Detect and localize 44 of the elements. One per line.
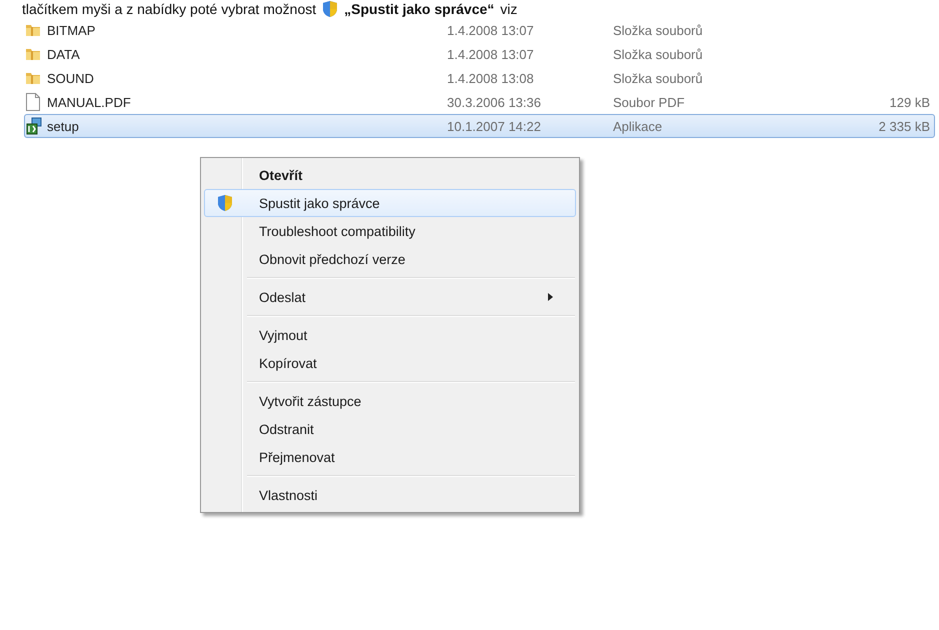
- file-name: SOUND: [47, 70, 95, 86]
- file-type: Složka souborů: [613, 70, 704, 86]
- file-name: setup: [47, 118, 80, 134]
- file-type: Soubor PDF: [613, 94, 686, 110]
- file-size: 2 335 kB: [878, 118, 931, 134]
- caption-emphasis: „Spustit jako správce“: [344, 1, 494, 17]
- folder-icon: [25, 70, 41, 86]
- file-date: 1.4.2008 13:07: [447, 46, 535, 62]
- menu-item[interactable]: Kopírovat: [204, 349, 576, 377]
- file-type: Složka souborů: [613, 46, 704, 62]
- menu-item[interactable]: Odstranit: [204, 415, 576, 443]
- installer-icon: [25, 117, 43, 135]
- menu-item[interactable]: Spustit jako správce: [204, 189, 576, 217]
- menu-item[interactable]: Otevřít: [204, 161, 576, 189]
- file-date: 1.4.2008 13:08: [447, 70, 535, 86]
- file-date: 10.1.2007 14:22: [447, 118, 542, 134]
- caption-text: viz: [500, 1, 518, 17]
- file-row[interactable]: SOUND 1.4.2008 13:08 Složka souborů: [24, 66, 935, 90]
- file-row[interactable]: DATA 1.4.2008 13:07 Složka souborů: [24, 42, 935, 66]
- folder-icon: [25, 22, 41, 38]
- file-date: 1.4.2008 13:07: [447, 22, 535, 38]
- folder-icon: [25, 46, 41, 62]
- file-row[interactable]: MANUAL.PDF 30.3.2006 13:36 Soubor PDF 129 kB: [24, 90, 935, 114]
- document-icon: [25, 93, 41, 111]
- caption-text: tlačítkem myši a z nabídky poté vybrat možnost: [22, 1, 316, 17]
- menu-item[interactable]: Přejmenovat: [204, 443, 576, 471]
- menu-item[interactable]: Troubleshoot compatibility: [204, 217, 576, 245]
- shield-icon: [217, 194, 233, 212]
- menu-item[interactable]: Vyjmout: [204, 321, 576, 349]
- file-type: Složka souborů: [613, 22, 704, 38]
- menu-item[interactable]: Vlastnosti: [204, 481, 576, 509]
- file-row[interactable]: BITMAP 1.4.2008 13:07 Složka souborů: [24, 18, 935, 42]
- file-date: 30.3.2006 13:36: [447, 94, 542, 110]
- menu-item[interactable]: Vytvořit zástupce: [204, 387, 576, 415]
- file-size: 129 kB: [888, 94, 931, 110]
- file-name: DATA: [47, 46, 81, 62]
- file-name: BITMAP: [47, 22, 96, 38]
- file-row[interactable]: setup 10.1.2007 14:22 Aplikace 2 335 kB: [24, 114, 935, 138]
- submenu-arrow-icon: [548, 293, 553, 301]
- menu-item[interactable]: Odeslat: [204, 283, 576, 311]
- menu-item[interactable]: Obnovit předchozí verze: [204, 245, 576, 273]
- file-name: MANUAL.PDF: [47, 94, 132, 110]
- shield-icon: [322, 0, 338, 18]
- file-type: Aplikace: [613, 118, 664, 134]
